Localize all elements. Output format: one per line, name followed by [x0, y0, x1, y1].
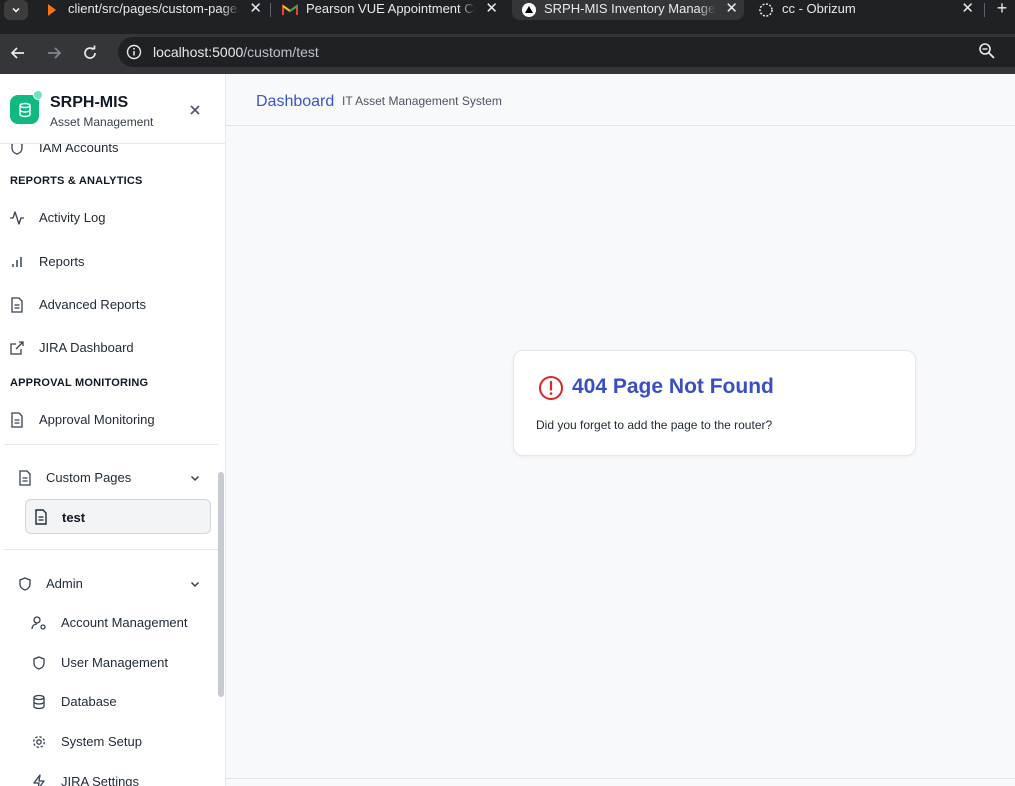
not-found-title: 404 Page Not Found: [572, 375, 774, 398]
bar-chart-icon: [9, 254, 25, 270]
sidebar-item-label: Account Management: [61, 615, 188, 630]
sidebar-subitem-user-management[interactable]: User Management: [0, 648, 220, 678]
sidebar-item-reports[interactable]: Reports: [0, 247, 220, 277]
arrow-right-icon: [48, 47, 62, 59]
divider: [4, 444, 218, 445]
sidebar: SRPH-MIS Asset Management IAM Accounts R…: [0, 74, 226, 786]
sidebar-item-label: User Management: [61, 655, 168, 670]
zoom-icon[interactable]: [978, 42, 996, 65]
sidebar-item-label: Advanced Reports: [39, 297, 146, 312]
document-icon: [9, 297, 25, 313]
tab-search-button[interactable]: [4, 0, 28, 20]
app-triangle-icon: [521, 2, 537, 18]
not-found-card: 404 Page Not Found Did you forget to add…: [513, 350, 916, 456]
user-cog-icon: [31, 615, 47, 631]
reload-icon: [84, 45, 96, 59]
tab-close-icon[interactable]: ✕: [725, 0, 738, 18]
zap-icon: [31, 774, 47, 786]
new-tab-button[interactable]: +: [992, 0, 1012, 20]
activity-icon: [9, 210, 25, 226]
url-text[interactable]: localhost:5000/custom/test: [153, 44, 319, 60]
sidebar-brand: SRPH-MIS Asset Management: [0, 74, 225, 144]
page-header: Dashboard IT Asset Management System: [226, 74, 1015, 126]
browser-tab-4[interactable]: cc - Obrizum ✕: [758, 0, 980, 20]
sidebar-group-custom-pages[interactable]: Custom Pages: [0, 463, 220, 493]
tab-separator: [984, 3, 985, 17]
chevron-down-icon: [12, 7, 20, 13]
document-icon: [33, 509, 49, 525]
page-subtitle: IT Asset Management System: [342, 94, 502, 108]
sidebar-item-label: JIRA Dashboard: [39, 340, 134, 355]
browser-toolbar: localhost:5000/custom/test: [0, 34, 1015, 74]
chevron-down-icon[interactable]: [188, 577, 202, 591]
main-content: Dashboard IT Asset Management System 404…: [226, 74, 1015, 786]
brand-name: SRPH-MIS: [50, 94, 129, 111]
address-bar[interactable]: localhost:5000/custom/test: [118, 37, 1015, 67]
sidebar-item-jira-dashboard[interactable]: JIRA Dashboard: [0, 333, 220, 363]
section-title-reports: REPORTS & ANALYTICS: [10, 175, 143, 187]
gear-icon: [31, 734, 47, 750]
code-editor-icon: [44, 2, 60, 18]
not-found-message: Did you forget to add the page to the ro…: [536, 418, 773, 432]
sidebar-item-advanced-reports[interactable]: Advanced Reports: [0, 290, 220, 320]
tab-title: SRPH-MIS Inventory Management: [544, 0, 716, 18]
brand-subtitle: Asset Management: [50, 115, 154, 129]
url-path: /custom/test: [243, 44, 319, 60]
external-link-icon: [9, 340, 25, 356]
sidebar-subitem-system-setup[interactable]: System Setup: [0, 727, 220, 757]
sidebar-item-label: Activity Log: [39, 210, 106, 225]
sidebar-item-label: JIRA Settings: [61, 774, 140, 786]
sidebar-item-label: Reports: [39, 254, 85, 269]
sidebar-scrollbar[interactable]: [218, 472, 224, 697]
tab-title: cc - Obrizum: [782, 0, 952, 18]
reload-button[interactable]: [79, 42, 101, 64]
shield-icon: [17, 576, 33, 592]
sidebar-group-label: Custom Pages: [46, 470, 132, 485]
sidebar-subitem-jira-settings[interactable]: JIRA Settings: [0, 767, 220, 786]
browser-tab-1[interactable]: client/src/pages/custom-page.tsx ✕: [44, 0, 268, 20]
browser-tab-strip: client/src/pages/custom-page.tsx ✕ Pears…: [0, 0, 1015, 34]
sidebar-item-label: System Setup: [61, 734, 142, 749]
tab-close-icon[interactable]: ✕: [249, 0, 262, 18]
database-icon: [31, 694, 47, 710]
sidebar-subitem-account-management[interactable]: Account Management: [0, 608, 220, 638]
sidebar-subitem-label: test: [62, 510, 86, 525]
obrizum-icon: [758, 2, 774, 18]
sidebar-group-label: Admin: [46, 576, 83, 591]
sidebar-item-activity-log[interactable]: Activity Log: [0, 203, 220, 233]
sidebar-group-admin[interactable]: Admin: [0, 569, 220, 599]
section-title-approval: APPROVAL MONITORING: [10, 377, 149, 389]
document-icon: [9, 412, 25, 428]
close-icon: [190, 105, 200, 115]
tab-close-icon[interactable]: ✕: [961, 0, 974, 18]
url-host: localhost:5000: [153, 44, 244, 60]
browser-tab-2[interactable]: Pearson VUE Appointment Confirmation ✕: [282, 0, 504, 20]
page-title[interactable]: Dashboard: [256, 93, 334, 111]
tab-title: client/src/pages/custom-page.tsx: [68, 0, 240, 18]
footer-divider: [226, 778, 1015, 779]
sidebar-subitem-database[interactable]: Database: [0, 687, 220, 717]
close-sidebar-button[interactable]: [186, 101, 204, 119]
site-info-icon[interactable]: [124, 42, 144, 62]
status-dot: [33, 90, 43, 100]
back-button[interactable]: [7, 42, 29, 64]
alert-circle-icon: [537, 374, 565, 402]
divider: [4, 549, 218, 550]
gmail-icon: [282, 2, 298, 18]
tab-close-icon[interactable]: ✕: [485, 0, 498, 18]
sidebar-item-label: Approval Monitoring: [39, 412, 155, 427]
tab-separator: [270, 3, 271, 17]
tab-title: Pearson VUE Appointment Confirmation: [306, 0, 476, 18]
sidebar-item-approval-monitoring[interactable]: Approval Monitoring: [0, 405, 220, 435]
chevron-down-icon[interactable]: [188, 471, 202, 485]
arrow-left-icon: [10, 47, 24, 59]
document-icon: [17, 470, 33, 486]
sidebar-subitem-test[interactable]: test: [25, 499, 211, 534]
sidebar-item-label: Database: [61, 694, 117, 709]
forward-button[interactable]: [43, 42, 65, 64]
shield-icon: [31, 655, 47, 671]
browser-tab-3-active[interactable]: SRPH-MIS Inventory Management ✕: [512, 0, 744, 20]
